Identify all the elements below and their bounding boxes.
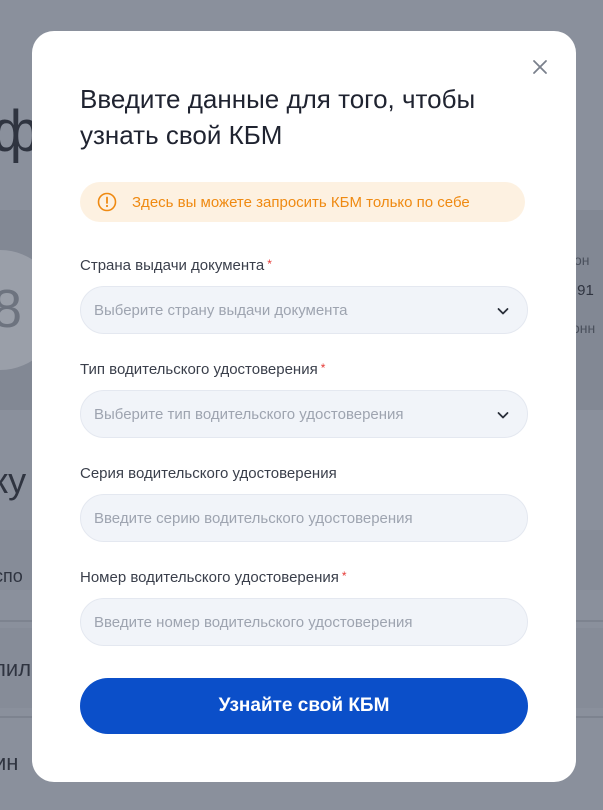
country-select[interactable]: Выберите страну выдачи документа <box>80 286 528 334</box>
country-label-text: Страна выдачи документа <box>80 257 265 274</box>
required-marker: * <box>267 257 272 271</box>
number-input[interactable] <box>81 599 527 645</box>
license-type-select[interactable]: Выберите тип водительского удостоверения <box>80 390 528 438</box>
required-marker: * <box>341 569 347 583</box>
background-row-text: пил <box>0 656 32 681</box>
kbm-modal: Введите данные для того, чтобы узнать св… <box>32 31 576 782</box>
license-type-label-text: Тип водительского удостоверения <box>80 361 318 378</box>
series-field[interactable] <box>80 494 528 542</box>
background-section-title: ку <box>0 460 27 501</box>
chevron-down-icon <box>497 412 509 419</box>
license-type-label: Тип водительского удостоверения * <box>80 361 325 378</box>
background-right-text: он <box>574 252 590 268</box>
country-select-placeholder: Выберите страну выдачи документа <box>94 301 348 319</box>
background-row-text: спо <box>0 566 23 586</box>
series-label: Серия водительского удостоверения <box>80 465 337 482</box>
close-button[interactable] <box>529 56 551 78</box>
background-avatar-glyph: 8 <box>0 279 23 339</box>
modal-title: Введите данные для того, чтобы узнать св… <box>80 84 476 150</box>
license-type-select-placeholder: Выберите тип водительского удостоверения <box>94 405 404 423</box>
number-label-text: Номер водительского удостоверения <box>80 569 339 586</box>
series-label-text: Серия водительского удостоверения <box>80 465 337 482</box>
number-label: Номер водительского удостоверения * <box>80 569 347 586</box>
alert-circle-icon <box>97 192 117 212</box>
country-label: Страна выдачи документа * <box>80 257 272 274</box>
chevron-down-icon <box>497 308 509 315</box>
info-notice: Здесь вы можете запросить КБМ только по … <box>80 182 525 222</box>
background-row-text: ин <box>0 750 19 775</box>
required-marker: * <box>320 361 326 375</box>
submit-kbm-button[interactable]: Узнайте свой КБМ <box>80 678 528 734</box>
series-input[interactable] <box>81 495 527 541</box>
close-icon[interactable] <box>529 56 551 78</box>
notice-text: Здесь вы можете запросить КБМ только по … <box>132 193 470 211</box>
number-field[interactable] <box>80 598 528 646</box>
